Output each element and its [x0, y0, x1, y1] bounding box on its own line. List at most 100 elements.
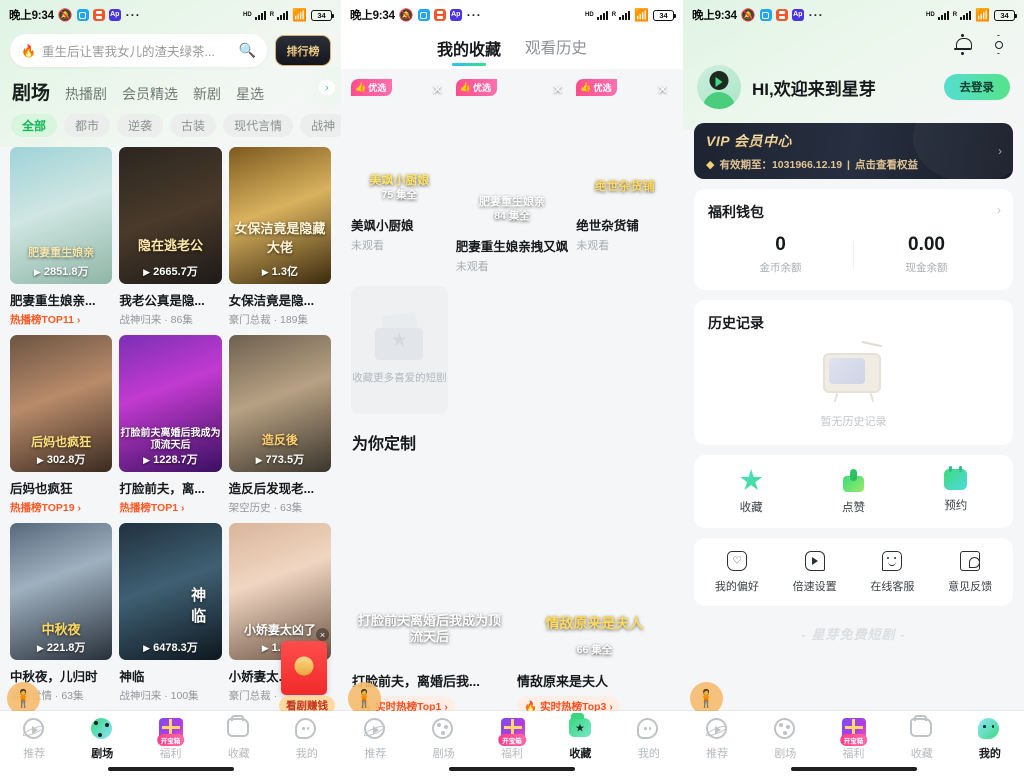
settings-support[interactable]: 在线客服 — [854, 551, 932, 594]
nav-item-shoucang[interactable]: 收藏 — [546, 713, 614, 761]
home-indicator — [790, 767, 917, 771]
tab-xinju[interactable]: 新剧 — [193, 84, 221, 104]
drama-card[interactable]: 隐在逃老公 ▶ 2665.7万 我老公真是隐... 战神归来 · 86集 — [119, 147, 222, 327]
drama-card[interactable]: 中秋夜 ▶ 221.8万 中秋夜，儿归时 亲情世情 · 63集 — [10, 523, 113, 703]
nav-label: 福利 — [159, 748, 182, 760]
poster[interactable]: 打脸前夫离婚后我成为顶流天后 — [352, 463, 507, 663]
card-subtitle: 豪门总裁 · 189集 — [228, 314, 309, 327]
close-icon[interactable]: ✕ — [432, 83, 443, 96]
login-button[interactable]: 去登录 — [943, 74, 1010, 100]
tab-xingxuan[interactable]: 星选 — [236, 84, 264, 104]
settings-preferences[interactable]: 我的偏好 — [698, 551, 776, 594]
settings-feedback[interactable]: 意见反馈 — [931, 551, 1009, 594]
tab-watch-history[interactable]: 观看历史 — [525, 36, 587, 69]
gear-icon[interactable] — [990, 35, 1007, 54]
chip-xiandai[interactable]: 现代言情 — [223, 114, 294, 137]
poster[interactable]: 小娇妻太凶了 ▶ 1.5亿 — [228, 523, 331, 661]
nav-label: 我的 — [978, 748, 1001, 760]
nav-item-juchang[interactable]: 剧场 — [409, 718, 477, 761]
ranking-button[interactable]: 排行榜 — [275, 35, 331, 66]
settings-label: 我的偏好 — [714, 581, 759, 593]
chevron-right-icon[interactable]: › — [997, 203, 1001, 217]
search-icon[interactable]: 🔍 — [239, 42, 256, 59]
quick-action-likes[interactable]: 点赞 — [802, 469, 904, 515]
favorite-card[interactable]: 👍 优选 ✕ 肥妻重生娘亲 84 集全 肥妻重生娘亲拽又飒 未观看 — [455, 79, 569, 274]
tab-my-favorites[interactable]: 我的收藏 — [437, 36, 501, 69]
chip-zhanshen[interactable]: 战神 — [300, 114, 341, 137]
chip-dushi[interactable]: 都市 — [64, 114, 111, 137]
poster-title-art: 隐在逃老公 — [137, 238, 203, 254]
wallet-card[interactable]: 福利钱包 › 0 金币余额 0.00 现金余额 — [694, 189, 1013, 290]
drama-card[interactable]: 打脸前夫离婚后我成为顶流天后 ▶ 1228.7万 打脸前夫，离... 热播榜TO… — [119, 335, 222, 515]
nav-item-shoucang[interactable]: 收藏 — [888, 715, 956, 761]
custom-card[interactable]: 情敌原来是夫人 66 集全 情敌原来是夫人 🔥 实时热榜Top3 › — [517, 463, 672, 718]
chip-nixi[interactable]: 逆袭 — [117, 114, 164, 137]
drama-card[interactable]: 女保洁竟是隐藏大佬 ▶ 1.3亿 女保洁竟是隐... 豪门总裁 · 189集 — [228, 147, 331, 327]
poster[interactable]: 造反後 ▶ 773.5万 — [228, 335, 331, 473]
drama-card[interactable]: 后妈也疯狂 ▶ 302.8万 后妈也疯狂 热播榜TOP19 › — [10, 335, 113, 515]
chip-guzhuang[interactable]: 古装 — [170, 114, 217, 137]
profile-screen: 晚上9:34 🔕 Ap ··· HD R 📶 34 HI,欢迎来到星芽 去登录 … — [683, 0, 1024, 777]
chip-all[interactable]: 全部 — [11, 114, 58, 137]
poster[interactable]: 中秋夜 ▶ 221.8万 — [10, 523, 113, 661]
poster[interactable]: 隐在逃老公 ▶ 2665.7万 — [119, 147, 222, 285]
red-envelope-widget[interactable]: × — [281, 628, 329, 695]
nav-item-tuijian[interactable]: 推荐 — [683, 718, 751, 761]
tab-huiyuan[interactable]: 会员精选 — [122, 84, 178, 104]
empty-favorites-slot[interactable]: ★ 收藏更多喜爱的短剧 — [351, 285, 448, 415]
quick-action-reservations[interactable]: 预约 — [905, 466, 1007, 515]
poster[interactable]: 肥妻重生娘亲 ▶ 2851.8万 — [10, 147, 113, 285]
favorite-card[interactable]: 👍 优选 ✕ 美飒小厨娘 75 集全 美飒小厨娘 未观看 — [351, 79, 448, 274]
nav-item-fuli[interactable]: 开宝箱 福利 — [478, 718, 546, 761]
close-icon[interactable]: ✕ — [657, 83, 668, 96]
poster[interactable]: 情敌原来是夫人 66 集全 — [517, 463, 672, 663]
mute-icon: 🔕 — [398, 8, 414, 22]
tab-rebo[interactable]: 热播剧 — [65, 84, 107, 104]
nav-label: 福利 — [501, 748, 524, 760]
poster[interactable]: 👍 优选 ✕ 绝世杂货铺 — [576, 79, 673, 208]
nav-item-shoucang[interactable]: 收藏 — [205, 715, 273, 761]
favorite-card[interactable]: 👍 优选 ✕ 绝世杂货铺 绝世杂货铺 未观看 — [576, 79, 673, 274]
treasure-box-icon: 开宝箱 — [156, 718, 185, 746]
nav-item-wode[interactable]: 我的 — [615, 718, 683, 761]
quick-action-favorites[interactable]: 收藏 — [700, 469, 802, 515]
avatar[interactable] — [697, 65, 741, 109]
card-title: 情敌原来是夫人 — [517, 674, 609, 690]
card-subtitle: 热播榜TOP11 › — [10, 314, 81, 327]
r-label: R — [611, 12, 617, 18]
nav-item-wode[interactable]: 我的 — [273, 718, 341, 761]
poster[interactable]: 后妈也疯狂 ▶ 302.8万 — [10, 335, 113, 473]
poster[interactable]: 打脸前夫离婚后我成为顶流天后 ▶ 1228.7万 — [119, 335, 222, 473]
nav-item-tuijian[interactable]: 推荐 — [341, 718, 409, 761]
mute-icon: 🔕 — [740, 8, 756, 22]
nav-item-fuli[interactable]: 开宝箱 福利 — [136, 718, 204, 761]
nav-item-tuijian[interactable]: 推荐 — [0, 718, 68, 761]
settings-playback-speed[interactable]: 倍速设置 — [776, 551, 854, 594]
poster[interactable]: 女保洁竟是隐藏大佬 ▶ 1.3亿 — [228, 147, 331, 285]
drama-card[interactable]: 肥妻重生娘亲 ▶ 2851.8万 肥妻重生娘亲... 热播榜TOP11 › — [10, 147, 113, 327]
nav-item-juchang[interactable]: 剧场 — [68, 718, 136, 761]
poster[interactable]: 神临 ▶ 6478.3万 — [119, 523, 222, 661]
custom-card[interactable]: 打脸前夫离婚后我成为顶流天后 打脸前夫，离婚后我... 🔥实时热榜Top1› — [352, 463, 507, 718]
drama-card[interactable]: 造反後 ▶ 773.5万 造反后发现老... 架空历史 · 63集 — [228, 335, 331, 515]
tab-juchang[interactable]: 剧场 — [12, 78, 50, 105]
close-icon[interactable]: ✕ — [552, 83, 563, 96]
drama-card[interactable]: 神临 ▶ 6478.3万 神临 战神归来 · 100集 — [119, 523, 222, 703]
mute-icon: 🔕 — [57, 8, 73, 22]
nav-item-wode[interactable]: 我的 — [956, 718, 1024, 761]
nav-item-fuli[interactable]: 开宝箱 福利 — [819, 718, 887, 761]
close-icon[interactable]: × — [316, 628, 329, 641]
tab-more-chevron-icon[interactable]: › — [319, 79, 335, 96]
status-time: 晚上9:34 — [692, 10, 737, 22]
vip-center-card[interactable]: VIP 会员中心 ◆ 有效期至：1031966.12.19 | 点击查看权益 › — [694, 123, 1013, 179]
chevron-right-icon[interactable]: › — [998, 144, 1002, 158]
search-input[interactable]: 🔥 重生后让害我女儿的渣夫绿茶... 🔍 — [10, 34, 267, 67]
vip-action[interactable]: 点击查看权益 — [855, 157, 918, 172]
nav-item-juchang[interactable]: 剧场 — [751, 718, 819, 761]
coins-label: 金币余额 — [759, 262, 802, 274]
card-title: 我老公真是隐... — [119, 294, 205, 309]
poster[interactable]: 👍 优选 ✕ 肥妻重生娘亲 84 集全 — [455, 79, 569, 229]
poster[interactable]: 👍 优选 ✕ 美飒小厨娘 75 集全 — [351, 79, 448, 208]
bell-icon[interactable] — [953, 34, 972, 55]
favorites-screen: 晚上9:34 🔕 Ap ··· HD R 📶 34 我的收藏 观看历史 👍 优选… — [341, 0, 683, 777]
